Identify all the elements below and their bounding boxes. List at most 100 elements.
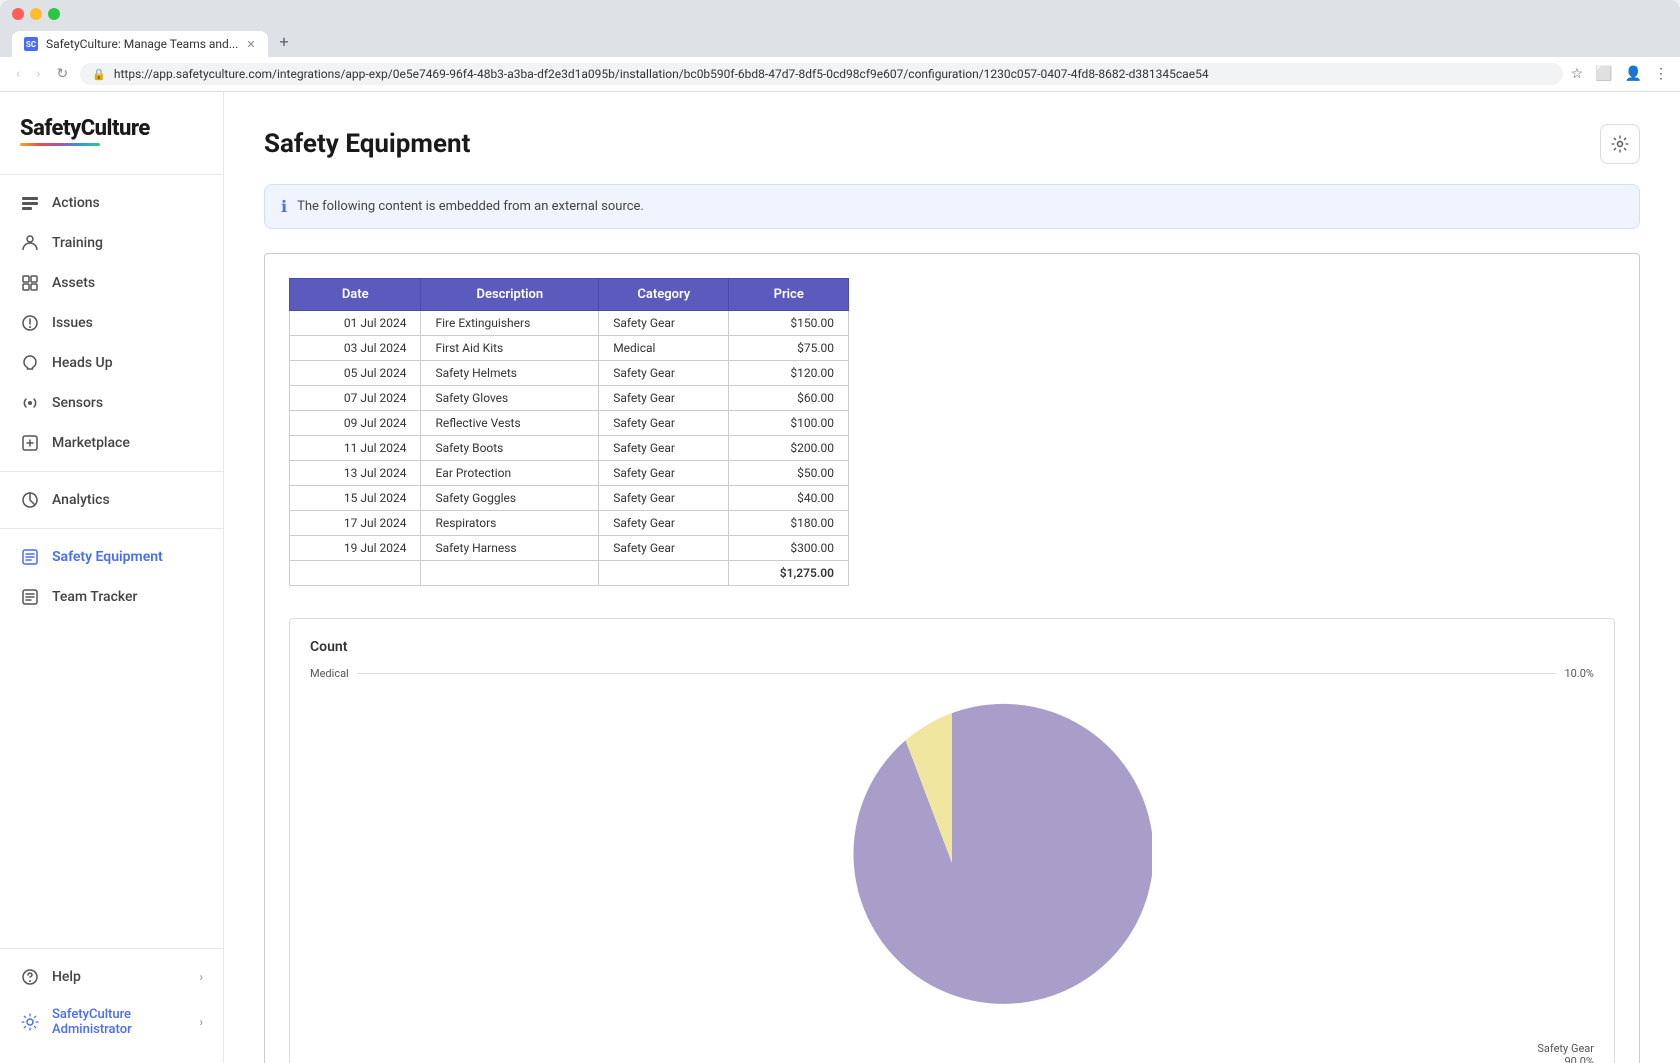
chart-label-medical: Medical 10.0%: [310, 667, 1594, 680]
cell-price: $300.00: [729, 536, 849, 561]
cell-category: Safety Gear: [599, 461, 729, 486]
table-header-description: Description: [421, 279, 599, 311]
table-row: 01 Jul 2024 Fire Extinguishers Safety Ge…: [290, 311, 849, 336]
heads-up-icon: [20, 353, 40, 373]
cell-price: $200.00: [729, 436, 849, 461]
sensors-label: Sensors: [52, 395, 103, 411]
cell-price: $100.00: [729, 411, 849, 436]
maximize-button[interactable]: [48, 8, 60, 20]
tab-favicon: SC: [24, 37, 38, 51]
cell-total-empty3: [599, 561, 729, 586]
cell-price: $120.00: [729, 361, 849, 386]
sidebar-item-help[interactable]: Help ›: [0, 957, 223, 997]
cell-description: Safety Boots: [421, 436, 599, 461]
help-icon: [20, 967, 40, 987]
table-row: 17 Jul 2024 Respirators Safety Gear $180…: [290, 511, 849, 536]
training-icon: [20, 233, 40, 253]
sidebar-item-safety-equipment[interactable]: Safety Equipment: [0, 537, 223, 577]
table-row: 09 Jul 2024 Reflective Vests Safety Gear…: [290, 411, 849, 436]
equipment-table: Date Description Category Price 01 Jul 2…: [289, 278, 849, 586]
team-tracker-icon: [20, 587, 40, 607]
cell-category: Safety Gear: [599, 361, 729, 386]
info-banner: ℹ The following content is embedded from…: [264, 184, 1640, 229]
logo-area: SafetyCulture: [0, 108, 223, 166]
table-row: 05 Jul 2024 Safety Helmets Safety Gear $…: [290, 361, 849, 386]
cell-date: 13 Jul 2024: [290, 461, 421, 486]
cell-category: Safety Gear: [599, 411, 729, 436]
cell-description: Ear Protection: [421, 461, 599, 486]
cell-price: $50.00: [729, 461, 849, 486]
sidebar-item-marketplace[interactable]: Marketplace: [0, 423, 223, 463]
cell-description: First Aid Kits: [421, 336, 599, 361]
logo-underline: [20, 143, 100, 146]
active-tab[interactable]: SC SafetyCulture: Manage Teams and... ✕: [12, 31, 268, 57]
sidebar-item-analytics[interactable]: Analytics: [0, 480, 223, 520]
cell-category: Safety Gear: [599, 536, 729, 561]
table-row: 11 Jul 2024 Safety Boots Safety Gear $20…: [290, 436, 849, 461]
profile-icon[interactable]: 👤: [1625, 66, 1642, 82]
table-header-price: Price: [729, 279, 849, 311]
sidebar-item-team-tracker[interactable]: Team Tracker: [0, 577, 223, 617]
pie-chart-svg: [752, 688, 1152, 1038]
cell-category: Safety Gear: [599, 386, 729, 411]
lock-icon: 🔒: [92, 68, 106, 81]
cell-category: Safety Gear: [599, 486, 729, 511]
sidebar-item-assets[interactable]: Assets: [0, 263, 223, 303]
safety-gear-label-bottom: Safety Gear: [1537, 1042, 1594, 1055]
cell-description: Safety Helmets: [421, 361, 599, 386]
cell-price: $60.00: [729, 386, 849, 411]
table-row: 19 Jul 2024 Safety Harness Safety Gear $…: [290, 536, 849, 561]
new-tab-button[interactable]: +: [272, 26, 297, 57]
sidebar-divider-3: [0, 528, 223, 529]
logo-text: SafetyCulture: [20, 116, 203, 141]
marketplace-icon: [20, 433, 40, 453]
cell-date: 07 Jul 2024: [290, 386, 421, 411]
sidebar-item-admin[interactable]: SafetyCulture Administrator ›: [0, 997, 223, 1047]
sidebar-item-issues[interactable]: Issues: [0, 303, 223, 343]
issues-label: Issues: [52, 315, 93, 331]
chart-label-line: [357, 673, 1557, 674]
address-bar[interactable]: 🔒 https://app.safetyculture.com/integrat…: [80, 63, 1562, 85]
forward-button[interactable]: ›: [32, 64, 44, 84]
sidebar-item-sensors[interactable]: Sensors: [0, 383, 223, 423]
extensions-icon[interactable]: ⬜: [1595, 66, 1612, 82]
issues-icon: [20, 313, 40, 333]
chart-title: Count: [310, 639, 1594, 655]
bookmark-icon[interactable]: ☆: [1571, 66, 1584, 82]
sidebar-item-training[interactable]: Training: [0, 223, 223, 263]
browser-chrome: SC SafetyCulture: Manage Teams and... ✕ …: [0, 0, 1680, 57]
table-row: 03 Jul 2024 First Aid Kits Medical $75.0…: [290, 336, 849, 361]
marketplace-label: Marketplace: [52, 435, 130, 451]
cell-description: Safety Gloves: [421, 386, 599, 411]
safety-gear-pct-bottom: 90.0%: [310, 1055, 1594, 1063]
training-label: Training: [52, 235, 103, 251]
sidebar-divider-4: [0, 948, 223, 949]
sidebar-item-heads-up[interactable]: Heads Up: [0, 343, 223, 383]
tab-close-icon[interactable]: ✕: [246, 38, 255, 51]
minimize-button[interactable]: [30, 8, 42, 20]
embedded-content-box: Date Description Category Price 01 Jul 2…: [264, 253, 1640, 1063]
close-button[interactable]: [12, 8, 24, 20]
address-bar-row: ‹ › ↻ 🔒 https://app.safetyculture.com/in…: [0, 57, 1680, 92]
settings-button[interactable]: [1600, 124, 1640, 164]
refresh-button[interactable]: ↻: [52, 64, 72, 84]
cell-date: 01 Jul 2024: [290, 311, 421, 336]
info-banner-text: The following content is embedded from a…: [297, 199, 644, 214]
assets-icon: [20, 273, 40, 293]
cell-date: 19 Jul 2024: [290, 536, 421, 561]
cell-category: Medical: [599, 336, 729, 361]
cell-total-empty1: [290, 561, 421, 586]
menu-icon[interactable]: ⋮: [1654, 66, 1668, 82]
table-row: 07 Jul 2024 Safety Gloves Safety Gear $6…: [290, 386, 849, 411]
table-row: 13 Jul 2024 Ear Protection Safety Gear $…: [290, 461, 849, 486]
medical-label-text: Medical: [310, 667, 349, 680]
cell-date: 11 Jul 2024: [290, 436, 421, 461]
help-arrow-icon: ›: [199, 970, 203, 984]
cell-description: Safety Goggles: [421, 486, 599, 511]
cell-description: Fire Extinguishers: [421, 311, 599, 336]
cell-category: Safety Gear: [599, 511, 729, 536]
back-button[interactable]: ‹: [12, 64, 24, 84]
table-header-category: Category: [599, 279, 729, 311]
sidebar-item-actions[interactable]: Actions: [0, 183, 223, 223]
main-content: Safety Equipment ℹ The following content…: [224, 92, 1680, 1063]
